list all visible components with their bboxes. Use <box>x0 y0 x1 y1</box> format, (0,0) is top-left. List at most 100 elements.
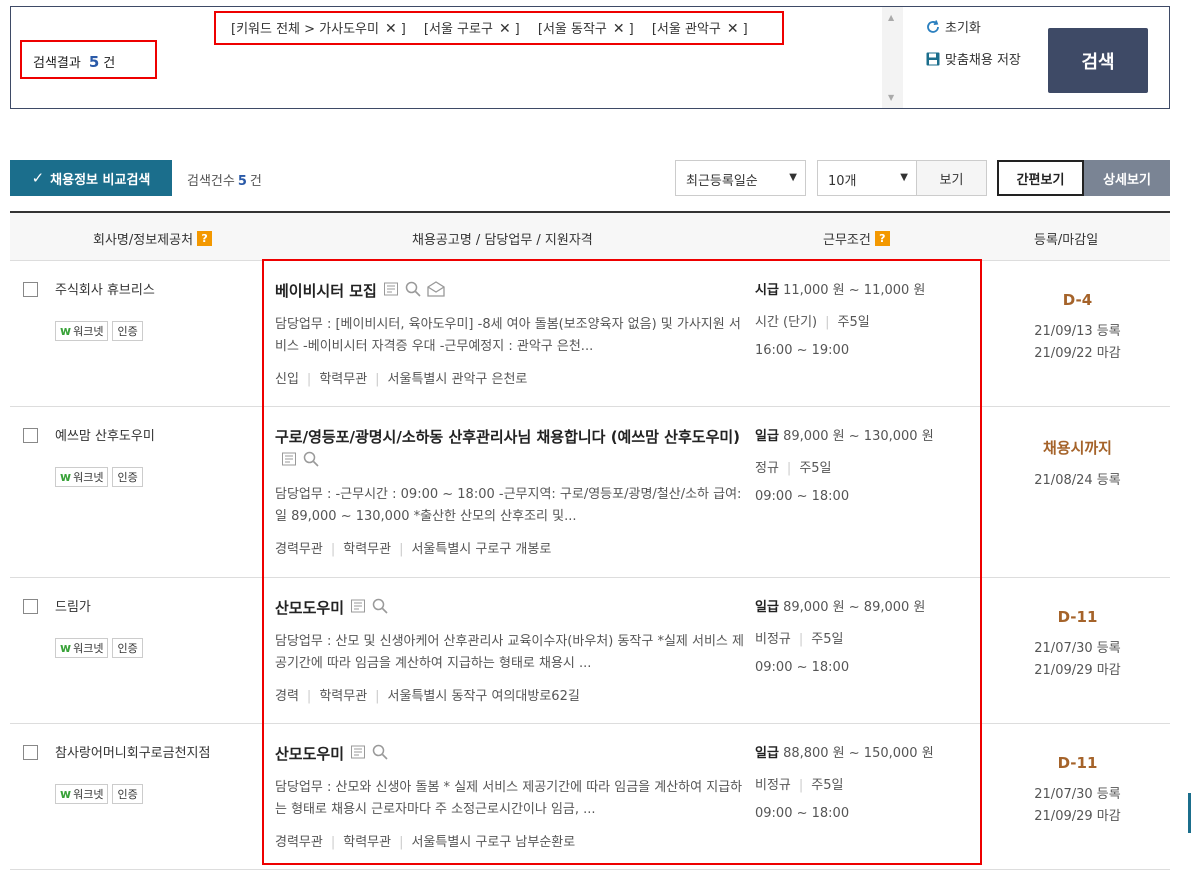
page-size-select[interactable]: 10개 ▼ <box>817 160 917 196</box>
sort-select[interactable]: 최근등록일순 ▼ <box>675 160 806 196</box>
job-description: 담당업무 : 산모와 신생아 돌봄 * 실제 서비스 제공기간에 따라 임금을 … <box>275 779 743 817</box>
simple-view-tab[interactable]: 간편보기 <box>997 160 1084 196</box>
filter-chips: [키워드 전체 > 가사도우미 ✕] [서울 구로구 ✕] [서울 동작구 ✕] [서… <box>214 11 784 45</box>
result-count-value: 5 <box>88 53 100 71</box>
job-title-text[interactable]: 산모도우미 <box>275 745 344 763</box>
view-button[interactable]: 보기 <box>916 160 987 196</box>
chip-label: [서울 관악구 <box>651 22 721 37</box>
divider: | <box>798 632 804 647</box>
location: 서울특별시 관악구 은천로 <box>387 371 528 387</box>
job-title-text[interactable]: 구로/영등포/광명시/소하동 산후관리사님 채용합니다 (예쓰맘 산후도우미) <box>275 428 740 446</box>
chip-label: [키워드 전체 > 가사도우미 <box>231 22 379 37</box>
divider: | <box>399 541 404 557</box>
table-row: 참사랑어머니회구로금천지점 w 워크넷 인증 산모도우미 담당업무 : 산모와 신… <box>10 724 1170 870</box>
company-name[interactable]: 드림가 <box>55 596 91 615</box>
count-unit: 건 <box>249 174 262 189</box>
check-icon: ✓ <box>31 169 45 187</box>
close-icon[interactable]: ✕ <box>385 21 397 37</box>
save-custom-link[interactable]: 맞춤채용 저장 <box>925 49 1021 68</box>
job-meta: 경력무관 | 학력무관 | 서울특별시 구로구 남부순환로 <box>275 831 745 850</box>
chip-end: ] <box>514 22 520 37</box>
mail-icon[interactable] <box>427 280 445 304</box>
pay: 일급 88,800 원 ~ 150,000 원 <box>755 742 975 761</box>
row-checkbox[interactable] <box>23 428 38 443</box>
bookmark-icon[interactable] <box>350 743 366 767</box>
worknet-badge: w 워크넷 <box>55 784 109 804</box>
reset-link[interactable]: 초기화 <box>925 17 1021 36</box>
magnifier-icon[interactable] <box>405 280 421 304</box>
search-button[interactable]: 검색 <box>1048 28 1148 93</box>
company-name[interactable]: 참사랑어머니회구로금천지점 <box>55 742 210 761</box>
row-checkbox[interactable] <box>23 745 38 760</box>
magnifier-icon[interactable] <box>372 597 388 621</box>
work-hours: 16:00 ~ 19:00 <box>755 343 850 358</box>
pay-type: 일급 <box>755 600 779 615</box>
table-row: 드림가 w 워크넷 인증 산모도우미 담당업무 : 산모 및 신생아케어 산후관리… <box>10 578 1170 724</box>
company-name[interactable]: 주식회사 휴브리스 <box>55 279 155 298</box>
job-title-text[interactable]: 베이비시터 모집 <box>275 282 377 300</box>
scroll-up-icon[interactable]: ▲ <box>888 13 894 22</box>
dates-cell: 채용시까지 21/08/24 등록 <box>985 437 1170 492</box>
condition-cell: 일급 88,800 원 ~ 150,000 원 비정규 | 주5일 09:00 ~ … <box>755 742 975 821</box>
help-icon[interactable]: ? <box>874 231 890 246</box>
employment-type: 비정규 <box>755 778 791 793</box>
bookmark-icon[interactable] <box>383 280 399 304</box>
close-icon[interactable]: ✕ <box>727 21 739 37</box>
result-count: 검색결과 5 건 <box>20 40 157 79</box>
list-toolbar: ✓ 채용정보 비교검색 검색건수 5 건 최근등록일순 ▼ 10개 ▼ 보기 간편보기 상… <box>10 160 1170 196</box>
divider: | <box>306 688 312 704</box>
condition-cell: 시급 11,000 원 ~ 11,000 원 시간 (단기) | 주5일 16:00… <box>755 279 975 358</box>
badge-label: 워크넷 <box>73 325 104 338</box>
close-date: 21/09/22 마감 <box>1034 346 1121 361</box>
worknet-logo-icon: w <box>60 641 72 655</box>
company-name[interactable]: 예쓰맘 산후도우미 <box>55 425 155 444</box>
employment: 정규 | 주5일 <box>755 457 975 476</box>
header-label: 회사명/정보제공처 <box>93 233 194 248</box>
scroll-down-icon[interactable]: ▼ <box>888 93 894 102</box>
work-days: 주5일 <box>837 315 870 330</box>
help-icon[interactable]: ? <box>197 231 213 246</box>
row-checkbox[interactable] <box>23 282 38 297</box>
employment: 비정규 | 주5일 <box>755 774 975 793</box>
table-row: 예쓰맘 산후도우미 w 워크넷 인증 구로/영등포/광명시/소하동 산후관리사님 … <box>10 407 1170 578</box>
education: 학력무관 <box>319 688 368 704</box>
employment: 비정규 | 주5일 <box>755 628 975 647</box>
employment: 시간 (단기) | 주5일 <box>755 311 975 330</box>
side-links: 초기화 맞춤채용 저장 <box>925 17 1021 81</box>
filter-chip-keyword: [키워드 전체 > 가사도우미 ✕] <box>231 18 406 37</box>
job-description: 담당업무 : 산모 및 신생아케어 산후관리사 교육이수자(바우처) 동작구 *… <box>275 633 744 671</box>
d-day: D-4 <box>1062 291 1093 309</box>
d-day: D-11 <box>1057 608 1098 626</box>
magnifier-icon[interactable] <box>372 743 388 767</box>
row-checkbox[interactable] <box>23 599 38 614</box>
worknet-badge: w 워크넷 <box>55 467 109 487</box>
compare-label: 채용정보 비교검색 <box>50 172 151 188</box>
education: 학력무관 <box>319 371 368 387</box>
bookmark-icon[interactable] <box>350 597 366 621</box>
magnifier-icon[interactable] <box>303 450 319 474</box>
job-title[interactable]: 산모도우미 <box>275 596 745 621</box>
job-title[interactable]: 구로/영등포/광명시/소하동 산후관리사님 채용합니다 (예쓰맘 산후도우미) <box>275 425 745 474</box>
count-label: 검색건수 <box>187 174 235 189</box>
job-meta: 신입 | 학력무관 | 서울특별시 관악구 은천로 <box>275 368 745 387</box>
compare-search-button[interactable]: ✓ 채용정보 비교검색 <box>10 160 172 196</box>
badges: w 워크넷 인증 <box>55 467 143 487</box>
chip-label: [서울 동작구 <box>537 22 607 37</box>
close-icon[interactable]: ✕ <box>613 21 625 37</box>
pay-type: 일급 <box>755 746 779 761</box>
work-days: 주5일 <box>799 461 832 476</box>
divider: | <box>375 688 380 704</box>
search-condition-box: 검색결과 5 건 [키워드 전체 > 가사도우미 ✕] [서울 구로구 ✕] [서울 동… <box>10 6 1170 109</box>
job-title[interactable]: 산모도우미 <box>275 742 745 767</box>
bookmark-icon[interactable] <box>281 450 297 474</box>
chip-end: ] <box>628 22 634 37</box>
reg-date: 21/07/30 등록 <box>1034 641 1121 656</box>
job-title-text[interactable]: 산모도우미 <box>275 599 344 617</box>
job-title[interactable]: 베이비시터 모집 <box>275 279 745 304</box>
divider: | <box>798 778 804 793</box>
close-icon[interactable]: ✕ <box>499 21 511 37</box>
condition-scrollbar[interactable]: ▲ ▼ <box>882 7 903 108</box>
worknet-badge: w 워크넷 <box>55 638 109 658</box>
detail-view-tab[interactable]: 상세보기 <box>1084 160 1170 196</box>
search-count: 검색건수 5 건 <box>187 170 262 189</box>
